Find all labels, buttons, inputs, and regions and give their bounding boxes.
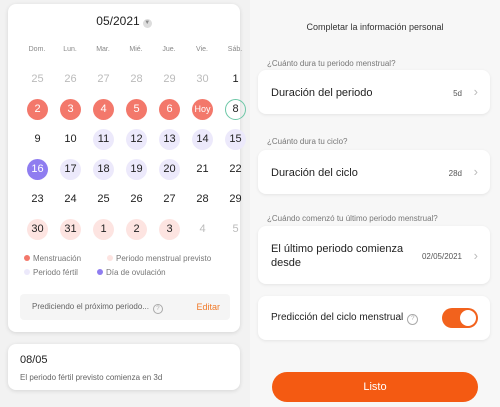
prediction-box: Prediciendo el próximo periodo...? Edita… bbox=[20, 294, 230, 320]
calendar-day[interactable]: 27 bbox=[159, 189, 180, 210]
legend-menstruation: Menstruación bbox=[24, 254, 81, 263]
menstruation-dot-icon bbox=[24, 255, 30, 261]
cycle-duration-value: 28d bbox=[448, 169, 462, 178]
calendar-day[interactable]: 26 bbox=[126, 189, 147, 210]
calendar-day[interactable]: 2 bbox=[126, 219, 147, 240]
last-period-row[interactable]: El último periodo comienza desde 02/05/2… bbox=[258, 226, 490, 284]
legend-fertile: Periodo fértil bbox=[24, 268, 78, 277]
period-duration-value: 5d bbox=[453, 89, 462, 98]
cycle-prediction-label: Predicción del ciclo menstrual bbox=[271, 312, 404, 323]
info-icon[interactable]: ? bbox=[152, 304, 163, 314]
info-icon[interactable]: ? bbox=[407, 314, 419, 325]
legend-menstruation-label: Menstruación bbox=[33, 254, 82, 263]
calendar-day[interactable]: 5 bbox=[225, 219, 246, 240]
today-day-cell[interactable]: Hoy bbox=[192, 99, 213, 120]
cycle-prediction-row: Predicción del ciclo menstrual? bbox=[258, 296, 490, 340]
calendar-day[interactable]: 28 bbox=[126, 69, 147, 90]
calendar-day[interactable]: 25 bbox=[27, 69, 48, 90]
calendar-day[interactable]: 13 bbox=[159, 129, 180, 150]
calendar-day[interactable]: 29 bbox=[159, 69, 180, 90]
done-button[interactable]: Listo bbox=[272, 372, 478, 402]
legend-fertile-label: Periodo fértil bbox=[33, 268, 78, 277]
calendar-day[interactable]: 4 bbox=[93, 99, 114, 120]
question-period: ¿Cuánto dura tu periodo menstrual? bbox=[267, 59, 396, 68]
calendar-day[interactable]: 1 bbox=[225, 69, 246, 90]
calendar-day[interactable]: 15 bbox=[225, 129, 246, 150]
calendar-day[interactable]: 22 bbox=[225, 159, 246, 180]
edit-button[interactable]: Editar bbox=[196, 302, 220, 312]
calendar-day[interactable]: 16 bbox=[27, 159, 48, 180]
calendar-day[interactable]: 3 bbox=[159, 219, 180, 240]
calendar-day[interactable]: 25 bbox=[93, 189, 114, 210]
calendar-day[interactable]: 18 bbox=[93, 159, 114, 180]
calendar-day[interactable]: 31 bbox=[60, 219, 81, 240]
question-cycle: ¿Cuánto dura tu ciclo? bbox=[267, 137, 348, 146]
cycle-duration-row[interactable]: Duración del ciclo 28d › bbox=[258, 150, 490, 194]
calendar-day[interactable]: 30 bbox=[27, 219, 48, 240]
question-last-period: ¿Cuándo comenzó tu último periodo menstr… bbox=[267, 214, 438, 223]
last-period-label: El último periodo comienza desde bbox=[271, 243, 404, 269]
period-duration-row[interactable]: Duración del periodo 5d › bbox=[258, 70, 490, 114]
fertile-dot-icon bbox=[24, 269, 30, 275]
calendar-day[interactable]: 17 bbox=[60, 159, 81, 180]
legend-ovulation: Día de ovulación bbox=[97, 268, 166, 277]
calendar-day[interactable]: 20 bbox=[159, 159, 180, 180]
calendar-day[interactable]: 28 bbox=[192, 189, 213, 210]
toggle-knob bbox=[460, 310, 476, 326]
calendar-day[interactable]: 3 bbox=[60, 99, 81, 120]
calendar-day[interactable]: 23 bbox=[27, 189, 48, 210]
prediction-text: Prediciendo el próximo periodo...? bbox=[32, 302, 163, 314]
last-period-value: 02/05/2021 bbox=[421, 252, 462, 261]
calendar-day[interactable]: 11 bbox=[93, 129, 114, 150]
chevron-right-icon: › bbox=[473, 248, 478, 263]
calendar-day[interactable]: 5 bbox=[126, 99, 147, 120]
period-duration-label: Duración del periodo bbox=[271, 87, 373, 99]
chevron-right-icon: › bbox=[473, 164, 478, 179]
cycle-prediction-text: Predicción del ciclo menstrual? bbox=[271, 311, 419, 325]
calendar-grid: 25 26 27 28 29 30 1 2 3 4 5 6 Hoy 8 9 10 11 12 13 14 15 16 17 1… bbox=[8, 4, 246, 254]
calendar-day[interactable]: 10 bbox=[60, 129, 81, 150]
calendar-day[interactable]: 24 bbox=[60, 189, 81, 210]
prediction-label: Prediciendo el próximo periodo... bbox=[32, 302, 149, 311]
calendar-day[interactable]: 12 bbox=[126, 129, 147, 150]
calendar-day[interactable]: 27 bbox=[93, 69, 114, 90]
calendar-day[interactable]: 6 bbox=[159, 99, 180, 120]
calendar-day[interactable]: 1 bbox=[93, 219, 114, 240]
info-card-date: 08/05 bbox=[20, 354, 48, 366]
legend-predicted: Periodo menstrual previsto bbox=[107, 254, 211, 263]
legend-predicted-label: Periodo menstrual previsto bbox=[116, 254, 212, 263]
predicted-dot-icon bbox=[107, 255, 113, 261]
calendar-day[interactable]: 14 bbox=[192, 129, 213, 150]
ovulation-dot-icon bbox=[97, 269, 103, 275]
calendar-day[interactable]: 2 bbox=[27, 99, 48, 120]
info-card-text: El periodo fértil previsto comienza en 3… bbox=[20, 373, 163, 382]
chevron-right-icon: › bbox=[473, 84, 478, 99]
calendar-day[interactable]: 8 bbox=[225, 99, 246, 120]
cycle-duration-label: Duración del ciclo bbox=[271, 167, 358, 179]
calendar-day[interactable]: 9 bbox=[27, 129, 48, 150]
calendar-panel: 05/2021 ▼ Dom. Lun. Mar. Mié. Jue. Vie. Sáb. 25… bbox=[0, 0, 250, 407]
settings-panel: Completar la información personal ¿Cuánt… bbox=[250, 0, 500, 407]
calendar-day[interactable]: 19 bbox=[126, 159, 147, 180]
cycle-prediction-toggle[interactable] bbox=[442, 308, 478, 328]
calendar-day[interactable]: 4 bbox=[192, 219, 213, 240]
legend-ovulation-label: Día de ovulación bbox=[106, 268, 166, 277]
fertile-info-card[interactable]: 08/05 El periodo fértil previsto comienz… bbox=[8, 344, 240, 390]
calendar-card: 05/2021 ▼ Dom. Lun. Mar. Mié. Jue. Vie. Sáb. 25… bbox=[8, 4, 246, 332]
calendar-day[interactable]: 26 bbox=[60, 69, 81, 90]
settings-title: Completar la información personal bbox=[306, 22, 444, 32]
calendar-day[interactable]: 21 bbox=[192, 159, 213, 180]
calendar-day[interactable]: 29 bbox=[225, 189, 246, 210]
calendar-day[interactable]: 30 bbox=[192, 69, 213, 90]
